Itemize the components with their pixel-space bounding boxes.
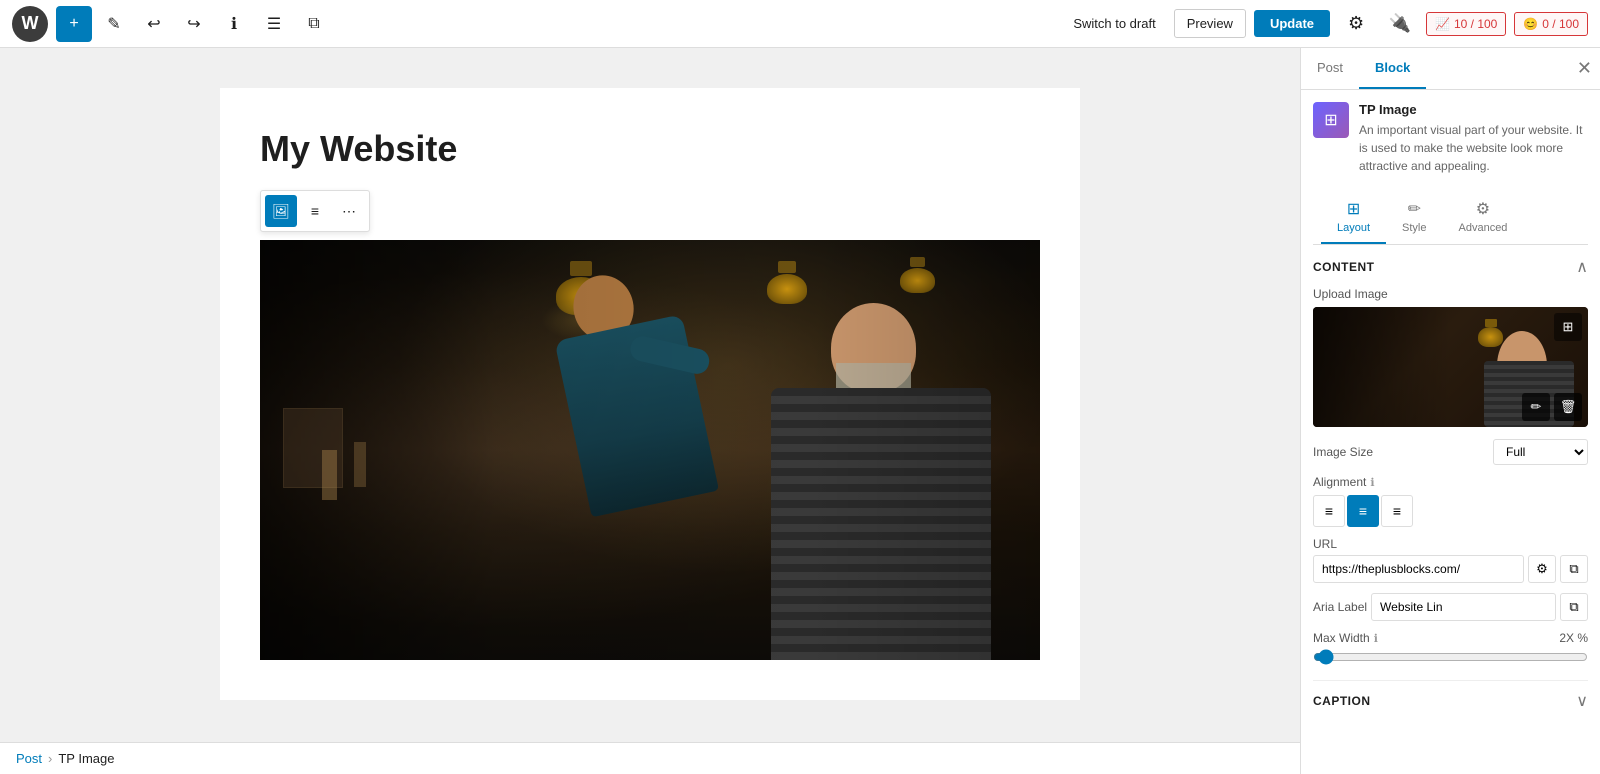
section-divider xyxy=(1313,680,1588,681)
layout-icon: ⊞ xyxy=(1347,199,1360,219)
panel-tab-layout[interactable]: ⊞ Layout xyxy=(1321,191,1386,244)
seo-score-badge[interactable]: 📈 10 / 100 xyxy=(1426,12,1506,36)
alignment-control: Alignment ℹ ≡ ≡ ≡ xyxy=(1313,475,1588,527)
url-settings-button[interactable]: ⚙ xyxy=(1528,555,1556,583)
max-width-value: 2X % xyxy=(1559,631,1588,645)
breadcrumb: Post › TP Image xyxy=(0,742,1300,774)
redo-button[interactable]: ↪ xyxy=(176,6,212,42)
settings-button[interactable]: ⚙ xyxy=(1338,6,1374,42)
align-right-button[interactable]: ≡ xyxy=(1381,495,1413,527)
page-content: My Website 🖼 ≡ ⋯ xyxy=(220,88,1080,700)
max-width-slider[interactable] xyxy=(1313,649,1588,665)
image-preview-container[interactable]: ⊞ ✏ 🗑 xyxy=(1313,307,1588,427)
barber-scene xyxy=(260,240,1040,660)
sidebar-close-button[interactable]: ✕ xyxy=(1569,50,1600,87)
sidebar: Post Block ✕ ⊞ TP Image An important vis… xyxy=(1300,48,1600,774)
image-block[interactable] xyxy=(260,240,1040,660)
readability-score-badge[interactable]: 😊 0 / 100 xyxy=(1514,12,1588,36)
block-more-button[interactable]: ⋯ xyxy=(333,195,365,227)
tp-image-icon: ⊞ xyxy=(1324,110,1337,130)
image-size-control: Image Size Full Large Medium Thumbnail xyxy=(1313,439,1588,465)
breadcrumb-post[interactable]: Post xyxy=(16,751,42,766)
wp-logo[interactable]: W xyxy=(12,6,48,42)
image-preview-actions: ✏ 🗑 xyxy=(1522,393,1582,421)
undo-button[interactable]: ↩ xyxy=(136,6,172,42)
max-width-control: Max Width ℹ 2X % xyxy=(1313,631,1588,670)
block-toolbar: 🖼 ≡ ⋯ xyxy=(260,190,370,232)
block-icon: ⊞ xyxy=(1313,102,1349,138)
panel-tabs: ⊞ Layout ✏ Style ⚙ Advanced xyxy=(1313,191,1588,245)
url-control: URL ⚙ ⧉ xyxy=(1313,537,1588,583)
caption-section-label: Caption xyxy=(1313,694,1371,708)
breadcrumb-current: TP Image xyxy=(58,751,114,766)
image-placeholder xyxy=(260,240,1040,660)
toolbar: W + ✎ ↩ ↪ ℹ ☰ ⧉ Switch to draft Preview … xyxy=(0,0,1600,48)
aria-label-control: Aria Label ⧉ xyxy=(1313,593,1588,621)
image-media-button[interactable]: ⊞ xyxy=(1554,313,1582,341)
max-width-label: Max Width ℹ xyxy=(1313,631,1378,645)
url-label: URL xyxy=(1313,537,1588,551)
page-title: My Website xyxy=(260,128,1040,170)
plugins-button[interactable]: 🔌 xyxy=(1382,6,1418,42)
block-description: An important visual part of your website… xyxy=(1359,121,1588,175)
switch-to-draft-button[interactable]: Switch to draft xyxy=(1063,10,1165,37)
aria-save-button[interactable]: ⧉ xyxy=(1560,593,1588,621)
url-copy-button[interactable]: ⧉ xyxy=(1560,555,1588,583)
slider-row xyxy=(1313,649,1588,670)
sidebar-body: ⊞ TP Image An important visual part of y… xyxy=(1301,90,1600,774)
upload-image-label: Upload Image xyxy=(1313,287,1588,301)
url-input[interactable] xyxy=(1313,555,1524,583)
panel-layout-label: Layout xyxy=(1337,222,1370,234)
content-section-toggle[interactable]: ∧ xyxy=(1576,257,1588,277)
alignment-info-icon: ℹ xyxy=(1370,476,1374,489)
image-delete-button[interactable]: 🗑 xyxy=(1554,393,1582,421)
editor-area[interactable]: My Website 🖼 ≡ ⋯ xyxy=(0,48,1300,774)
block-name: TP Image xyxy=(1359,102,1588,117)
tab-post[interactable]: Post xyxy=(1301,48,1359,89)
caption-section-header: Caption ∨ xyxy=(1313,691,1588,711)
breadcrumb-separator: › xyxy=(48,751,52,766)
add-block-button[interactable]: + xyxy=(56,6,92,42)
main-layout: My Website 🖼 ≡ ⋯ xyxy=(0,48,1600,774)
seo-score-icon: 📈 xyxy=(1435,17,1450,31)
image-size-select[interactable]: Full Large Medium Thumbnail xyxy=(1493,439,1588,465)
panel-advanced-label: Advanced xyxy=(1459,222,1508,234)
block-info: ⊞ TP Image An important visual part of y… xyxy=(1313,102,1588,175)
readability-score-icon: 😊 xyxy=(1523,17,1538,31)
block-align-button[interactable]: ≡ xyxy=(299,195,331,227)
panel-tab-advanced[interactable]: ⚙ Advanced xyxy=(1443,191,1524,244)
style-icon: ✏ xyxy=(1408,199,1421,219)
advanced-icon: ⚙ xyxy=(1476,199,1490,219)
alignment-label: Alignment xyxy=(1313,475,1366,489)
info-button[interactable]: ℹ xyxy=(216,6,252,42)
seo-score-value: 10 / 100 xyxy=(1454,17,1497,31)
block-info-text: TP Image An important visual part of you… xyxy=(1359,102,1588,175)
copy-button[interactable]: ⧉ xyxy=(296,6,332,42)
list-view-button[interactable]: ☰ xyxy=(256,6,292,42)
panel-tab-style[interactable]: ✏ Style xyxy=(1386,191,1442,244)
content-section-header: Content ∧ xyxy=(1313,257,1588,277)
image-size-label: Image Size xyxy=(1313,445,1373,459)
readability-score-value: 0 / 100 xyxy=(1542,17,1579,31)
preview-button[interactable]: Preview xyxy=(1174,9,1246,38)
alignment-group: ≡ ≡ ≡ xyxy=(1313,495,1588,527)
upload-image-control: Upload Image xyxy=(1313,287,1588,427)
tab-block[interactable]: Block xyxy=(1359,48,1426,89)
max-width-row: Max Width ℹ 2X % xyxy=(1313,631,1588,645)
aria-label-input[interactable] xyxy=(1371,593,1556,621)
tools-button[interactable]: ✎ xyxy=(96,6,132,42)
toolbar-right: Switch to draft Preview Update ⚙ 🔌 📈 10 … xyxy=(1063,6,1588,42)
aria-label-text: Aria Label xyxy=(1313,600,1367,614)
max-width-info-icon: ℹ xyxy=(1374,632,1378,645)
image-edit-button[interactable]: ✏ xyxy=(1522,393,1550,421)
caption-section-toggle[interactable]: ∨ xyxy=(1576,691,1588,711)
align-center-button[interactable]: ≡ xyxy=(1347,495,1379,527)
content-section-label: Content xyxy=(1313,260,1375,274)
update-button[interactable]: Update xyxy=(1254,10,1330,37)
url-row: ⚙ ⧉ xyxy=(1313,555,1588,583)
panel-style-label: Style xyxy=(1402,222,1426,234)
block-image-button[interactable]: 🖼 xyxy=(265,195,297,227)
align-left-button[interactable]: ≡ xyxy=(1313,495,1345,527)
